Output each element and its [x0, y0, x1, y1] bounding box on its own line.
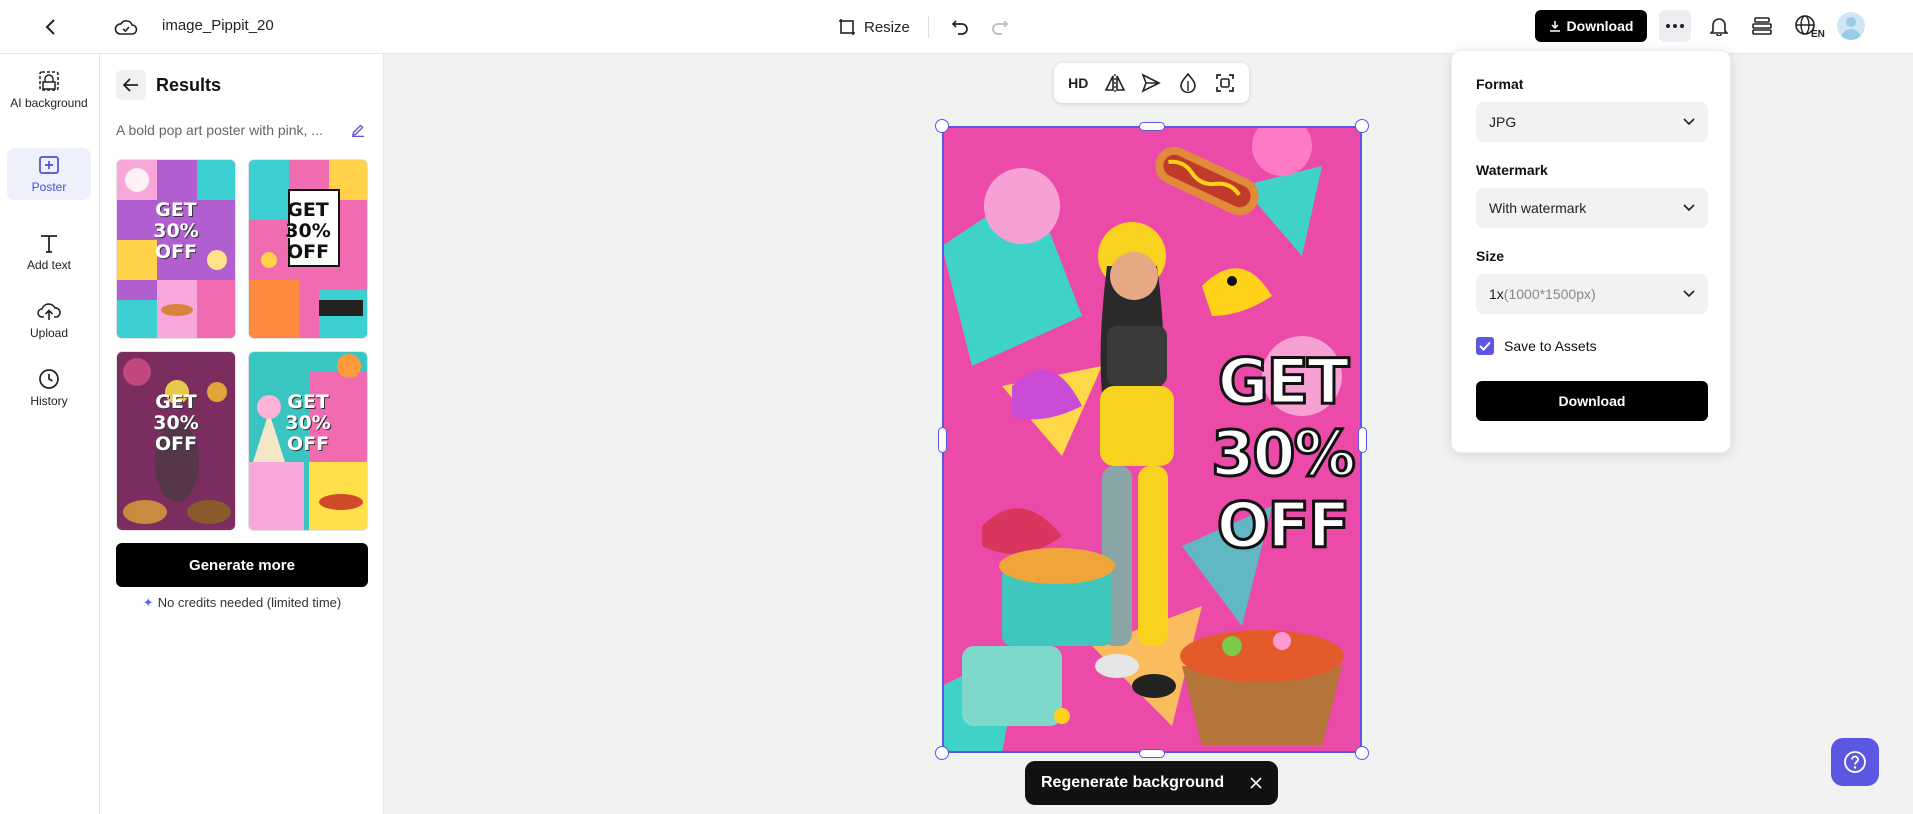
watermark-select[interactable]: With watermark: [1476, 188, 1708, 228]
resize-handle[interactable]: [1358, 427, 1367, 453]
watermark-label: Watermark: [1476, 162, 1548, 178]
top-bar: image_Pippit_20 Resize Download EN: [0, 0, 1913, 54]
size-scale: 1x: [1489, 286, 1504, 302]
rail-item-ai-background[interactable]: AI background: [7, 64, 91, 116]
thumbnail-caption: GET 30% OFF: [285, 391, 331, 455]
rail-item-upload[interactable]: Upload: [7, 294, 91, 346]
edit-pencil-icon[interactable]: [348, 120, 368, 140]
resize-handle[interactable]: [935, 746, 949, 760]
avatar[interactable]: [1837, 12, 1865, 40]
rail-label: Add text: [26, 258, 72, 272]
redo-icon[interactable]: [986, 13, 1014, 41]
poster-headline[interactable]: GET 30% OFF: [1210, 344, 1357, 563]
thumbnail-caption: GET 30% OFF: [153, 199, 199, 263]
format-select[interactable]: JPG: [1476, 102, 1708, 142]
result-thumbnail[interactable]: GET 30% OFF: [248, 159, 368, 339]
rail-item-add-text[interactable]: Add text: [7, 226, 91, 278]
upload-cloud-icon: [37, 303, 61, 320]
clock-icon: [39, 369, 59, 389]
prompt-text: A bold pop art poster with pink, ...: [116, 122, 324, 138]
bell-icon[interactable]: [1705, 12, 1733, 40]
result-thumbnail[interactable]: GET 30% OFF: [116, 159, 236, 339]
cloud-sync-icon[interactable]: [112, 13, 140, 41]
download-settings-panel: Format JPG Watermark With watermark Size…: [1451, 50, 1731, 453]
resize-icon: [839, 19, 855, 35]
results-panel: Results A bold pop art poster with pink,…: [100, 54, 384, 814]
back-icon[interactable]: [36, 13, 64, 41]
chevron-down-icon: [1683, 204, 1695, 212]
resize-label: Resize: [864, 18, 910, 36]
crop-focus-icon[interactable]: [1211, 69, 1239, 97]
rail-item-poster[interactable]: Poster: [7, 148, 91, 200]
resize-handle[interactable]: [1139, 122, 1165, 131]
send-arrow-icon[interactable]: [1137, 69, 1165, 97]
stack-icon[interactable]: [1748, 12, 1776, 40]
resize-handle[interactable]: [1355, 746, 1369, 760]
poster-canvas[interactable]: GET 30% OFF: [942, 126, 1362, 753]
help-button[interactable]: [1831, 738, 1879, 786]
globe-en-icon[interactable]: EN: [1793, 12, 1827, 40]
download-label: Download: [1566, 18, 1634, 34]
rail-label: Upload: [29, 326, 69, 340]
svg-text:EN: EN: [1811, 29, 1825, 38]
ai-background-icon: [39, 71, 59, 91]
back-arrow-icon[interactable]: [116, 70, 146, 100]
result-thumbnail[interactable]: GET 30% OFF: [248, 351, 368, 531]
resize-handle[interactable]: [935, 119, 949, 133]
format-value: JPG: [1489, 114, 1517, 130]
resize-handle[interactable]: [1139, 749, 1165, 758]
generate-more-button[interactable]: Generate more: [116, 543, 368, 587]
flip-icon[interactable]: [1101, 69, 1129, 97]
droplet-icon[interactable]: [1174, 69, 1202, 97]
more-options-icon[interactable]: [1659, 10, 1691, 42]
hd-button[interactable]: HD: [1064, 69, 1092, 97]
download-button[interactable]: Download: [1535, 10, 1647, 42]
regenerate-background-bar[interactable]: Regenerate background: [1025, 761, 1278, 805]
watermark-value: With watermark: [1489, 200, 1587, 216]
file-name[interactable]: image_Pippit_20: [162, 17, 274, 34]
tool-rail: AI background Poster Add text Upload His…: [0, 54, 100, 814]
panel-title: Results: [156, 75, 222, 95]
divider: [928, 16, 929, 38]
rail-label: History: [30, 394, 68, 408]
thumbnail-caption: GET 30% OFF: [153, 391, 199, 455]
chevron-down-icon: [1683, 118, 1695, 126]
close-icon[interactable]: [1246, 773, 1266, 793]
size-select[interactable]: 1x (1000*1500px): [1476, 274, 1708, 314]
question-icon: [1844, 751, 1866, 773]
format-label: Format: [1476, 76, 1524, 92]
save-label: Save to Assets: [1504, 338, 1597, 354]
text-icon: [41, 235, 57, 253]
regenerate-label: Regenerate background: [1041, 774, 1225, 791]
thumbnail-caption: GET 30% OFF: [285, 199, 331, 263]
undo-icon[interactable]: [946, 13, 974, 41]
save-to-assets-checkbox[interactable]: Save to Assets: [1476, 337, 1597, 355]
resize-handle[interactable]: [1355, 119, 1369, 133]
resize-button[interactable]: Resize: [838, 13, 910, 41]
download-icon: [1549, 21, 1560, 32]
resize-handle[interactable]: [938, 427, 947, 453]
rail-label: AI background: [10, 96, 88, 110]
image-toolbar: HD: [1054, 63, 1249, 103]
download-confirm-button[interactable]: Download: [1476, 381, 1708, 421]
size-label: Size: [1476, 248, 1505, 264]
credits-text: No credits needed (limited time): [157, 595, 342, 610]
rail-label: Poster: [31, 180, 67, 194]
checkbox-checked-icon[interactable]: [1476, 337, 1494, 355]
poster-icon: [39, 156, 59, 174]
credits-note: ✦ No credits needed (limited time): [116, 595, 368, 611]
chevron-down-icon: [1683, 290, 1695, 298]
size-pixels: (1000*1500px): [1503, 286, 1596, 302]
sparkle-icon: ✦: [142, 595, 154, 610]
result-thumbnail[interactable]: GET 30% OFF: [116, 351, 236, 531]
rail-item-history[interactable]: History: [7, 362, 91, 414]
